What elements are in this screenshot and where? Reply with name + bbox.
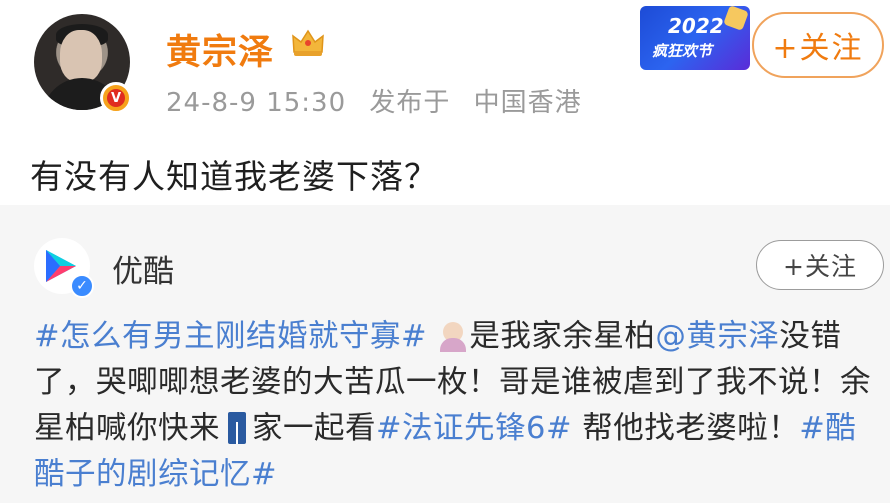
post-location: 中国香港: [473, 88, 582, 118]
hashtag-link[interactable]: #法证先锋6#: [376, 411, 572, 446]
repost-author-name[interactable]: 优酷: [112, 246, 174, 291]
promo-title: 疯狂欢节: [652, 42, 713, 60]
verified-v-icon: V: [100, 82, 132, 114]
repost-text-3: 家一起看: [252, 411, 376, 446]
author-name[interactable]: 黄宗泽: [166, 24, 274, 75]
post-source: 发布于: [369, 88, 451, 118]
post-date: 24-8-9 15:30: [166, 88, 347, 118]
hashtag-link[interactable]: #怎么有男主刚结婚就守寡#: [34, 319, 427, 354]
person-raising-hand-emoji: [437, 320, 469, 352]
repost-follow-button[interactable]: +关注: [756, 240, 884, 290]
crown-icon: [292, 29, 324, 56]
repost-text-4: 帮他找老婆啦！: [572, 411, 800, 446]
post-meta: 24-8-9 15:30 发布于 中国香港: [166, 82, 596, 119]
promo-year: 2022: [668, 14, 724, 38]
weibo-post-header: V 黄宗泽 24-8-9 15:30 发布于 中国香港 2022 疯狂欢节 +关…: [0, 0, 890, 205]
repost-body: #怎么有男主刚结婚就守寡# 是我家余星柏@黄宗泽没错了，哭唧唧想老婆的大苦瓜一枚…: [34, 314, 884, 498]
repost-text-1: 是我家余星柏: [469, 319, 656, 354]
follow-button[interactable]: +关注: [752, 12, 884, 78]
post-text: 有没有人知道我老婆下落？: [30, 157, 438, 196]
mention-link[interactable]: @黄宗泽: [655, 319, 779, 354]
jeans-emoji: [220, 412, 252, 444]
promo-badge[interactable]: 2022 疯狂欢节: [640, 6, 750, 70]
verified-blue-icon: ✓: [70, 274, 94, 298]
